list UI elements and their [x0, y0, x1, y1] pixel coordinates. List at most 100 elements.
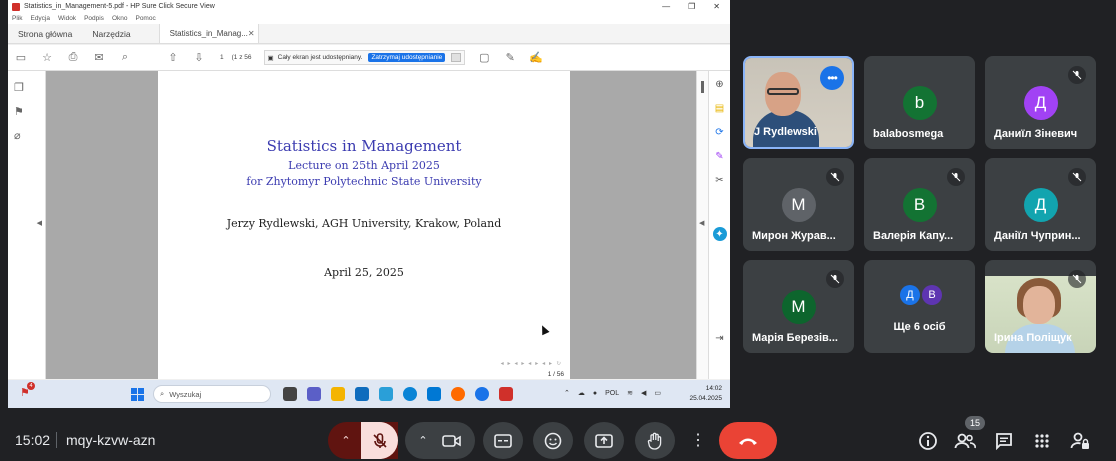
- mic-off-icon: [1068, 270, 1086, 288]
- taskbar-search[interactable]: ⌕ Wyszukaj: [153, 385, 271, 403]
- right-panel-expand-icon[interactable]: ◀: [699, 219, 704, 227]
- restore-icon[interactable]: ❐: [688, 2, 695, 11]
- participant-tile-mariia[interactable]: М Марія Березів...: [743, 260, 854, 353]
- avatar: Д: [900, 285, 920, 305]
- mail-icon[interactable]: ✉: [92, 51, 106, 65]
- more-options-icon[interactable]: •••: [820, 66, 844, 90]
- edge-icon[interactable]: [403, 387, 417, 401]
- star-icon[interactable]: ☆: [40, 51, 54, 65]
- attachment-icon[interactable]: ⌀: [14, 129, 28, 143]
- mic-toggle-button[interactable]: [361, 422, 398, 459]
- scrollbar-thumb[interactable]: [701, 81, 704, 93]
- page-down-icon[interactable]: ⇩: [192, 51, 206, 65]
- left-panel-collapse-icon[interactable]: ◀: [37, 219, 42, 227]
- captions-icon: [494, 433, 512, 448]
- chat-button[interactable]: [991, 428, 1017, 454]
- pen-icon[interactable]: ✎: [503, 51, 517, 65]
- zoom-search-icon[interactable]: ⌕: [118, 51, 132, 65]
- page-up-icon[interactable]: ⇧: [166, 51, 180, 65]
- divider: [56, 432, 57, 448]
- camera-button[interactable]: ⌃: [405, 422, 475, 459]
- host-controls-button[interactable]: [1067, 428, 1093, 454]
- print-icon[interactable]: ⎙: [66, 51, 80, 65]
- menu-window[interactable]: Okno: [112, 15, 128, 22]
- help-icon[interactable]: [475, 387, 489, 401]
- mic-tray-icon[interactable]: ●: [593, 390, 597, 397]
- participant-tile-rydlewski[interactable]: ••• J Rydlewski: [743, 56, 854, 149]
- minimize-icon[interactable]: —: [662, 2, 670, 11]
- tab-close-icon[interactable]: ✕: [248, 29, 255, 38]
- tab-home[interactable]: Strona główna: [8, 24, 82, 43]
- sign-icon[interactable]: ✍: [529, 51, 543, 65]
- raise-hand-button[interactable]: [635, 422, 675, 459]
- activities-button[interactable]: [1029, 428, 1055, 454]
- avatar: Д: [1023, 86, 1058, 120]
- menu-view[interactable]: Widok: [58, 15, 76, 22]
- more-options-button[interactable]: ⋮: [684, 422, 712, 459]
- language-indicator[interactable]: POL: [605, 390, 619, 397]
- tab-document[interactable]: Statistics_in_Manag... ✕: [158, 24, 259, 43]
- pdf-scrollbar[interactable]: ◀: [696, 71, 708, 379]
- fill-sign-icon[interactable]: ✎: [713, 149, 727, 163]
- close-icon[interactable]: ✕: [713, 2, 720, 11]
- pdf-tab-bar: Strona główna Narzędzia Statistics_in_Ma…: [8, 24, 730, 44]
- emoji-button[interactable]: [533, 422, 573, 459]
- menu-help[interactable]: Pomoc: [135, 15, 155, 22]
- meeting-info-button[interactable]: [915, 428, 941, 454]
- store-icon[interactable]: [355, 387, 369, 401]
- cloud-icon[interactable]: ☁: [578, 389, 585, 397]
- participant-tile-valeriia[interactable]: В Валерія Капу...: [864, 158, 975, 251]
- firefox-icon[interactable]: [451, 387, 465, 401]
- tools-icon[interactable]: ✂: [713, 173, 727, 187]
- participant-name: J Rydlewski: [754, 126, 817, 138]
- menu-file[interactable]: Plik: [12, 15, 22, 22]
- save-icon[interactable]: ▭: [14, 51, 28, 65]
- zoom-icon[interactable]: ⊕: [713, 77, 727, 91]
- notification-icon[interactable]: ⚑ 4: [20, 382, 35, 400]
- file-explorer-icon[interactable]: [331, 387, 345, 401]
- share-minimize-button[interactable]: [451, 53, 462, 62]
- search-icon: ⌕: [160, 389, 165, 398]
- pdf-menu-bar: Plik Edycja Widok Podpis Okno Pomoc: [8, 13, 730, 24]
- present-button[interactable]: [584, 422, 624, 459]
- page-number-input[interactable]: 1: [220, 54, 224, 61]
- panel-toggle-icon[interactable]: ⇥: [713, 331, 727, 345]
- battery-icon[interactable]: ▭: [654, 389, 661, 397]
- pdf-app-icon: [12, 2, 20, 11]
- people-icon: [954, 433, 976, 449]
- participant-tile-iryna[interactable]: Ірина Поліщук: [985, 260, 1096, 353]
- app-icon[interactable]: [379, 387, 393, 401]
- participant-tile-zinevych[interactable]: Д Даниїл Зіневич: [985, 56, 1096, 149]
- comment-tool-icon[interactable]: ▤: [713, 101, 727, 115]
- participant-tile-daniil[interactable]: Д Даніїл Чуприн...: [985, 158, 1096, 251]
- volume-icon[interactable]: ◀: [641, 389, 646, 397]
- teams-icon[interactable]: [307, 387, 321, 401]
- tray-chevron-icon[interactable]: ⌃: [564, 389, 570, 397]
- participant-name: Валерія Капу...: [873, 230, 954, 242]
- menu-sign[interactable]: Podpis: [84, 15, 104, 22]
- leave-call-button[interactable]: [719, 422, 777, 459]
- chevron-up-icon: ⌃: [418, 435, 428, 447]
- people-button[interactable]: [952, 428, 978, 454]
- outlook-icon[interactable]: [427, 387, 441, 401]
- edit-pdf-icon[interactable]: ⟳: [713, 125, 727, 139]
- wifi-icon[interactable]: ≋: [627, 389, 633, 397]
- tab-tools[interactable]: Narzędzia: [82, 24, 140, 43]
- participant-tile-more-people[interactable]: Д В Ще 6 осіб: [864, 260, 975, 353]
- bookmark-icon[interactable]: ⚑: [14, 105, 28, 119]
- participant-tile-balabosmega[interactable]: b balabosmega: [864, 56, 975, 149]
- stop-sharing-button[interactable]: Zatrzymaj udostępnianie: [368, 53, 446, 62]
- grouped-avatars: Д В: [900, 285, 942, 305]
- assistant-icon[interactable]: ✦: [712, 227, 727, 241]
- notification-badge: 4: [27, 382, 35, 390]
- menu-edit[interactable]: Edycja: [30, 15, 50, 22]
- participant-tile-myron[interactable]: М Мирон Журав...: [743, 158, 854, 251]
- captions-button[interactable]: [483, 422, 523, 459]
- windows-start-icon[interactable]: [131, 388, 144, 401]
- task-view-icon[interactable]: [283, 387, 297, 401]
- raise-hand-icon: [647, 432, 662, 450]
- comment-icon[interactable]: ▢: [477, 51, 491, 65]
- pages-icon[interactable]: ❐: [14, 81, 28, 95]
- pdf-reader-icon[interactable]: [499, 387, 513, 401]
- taskbar-clock[interactable]: 14:02 25.04.2025: [689, 384, 722, 404]
